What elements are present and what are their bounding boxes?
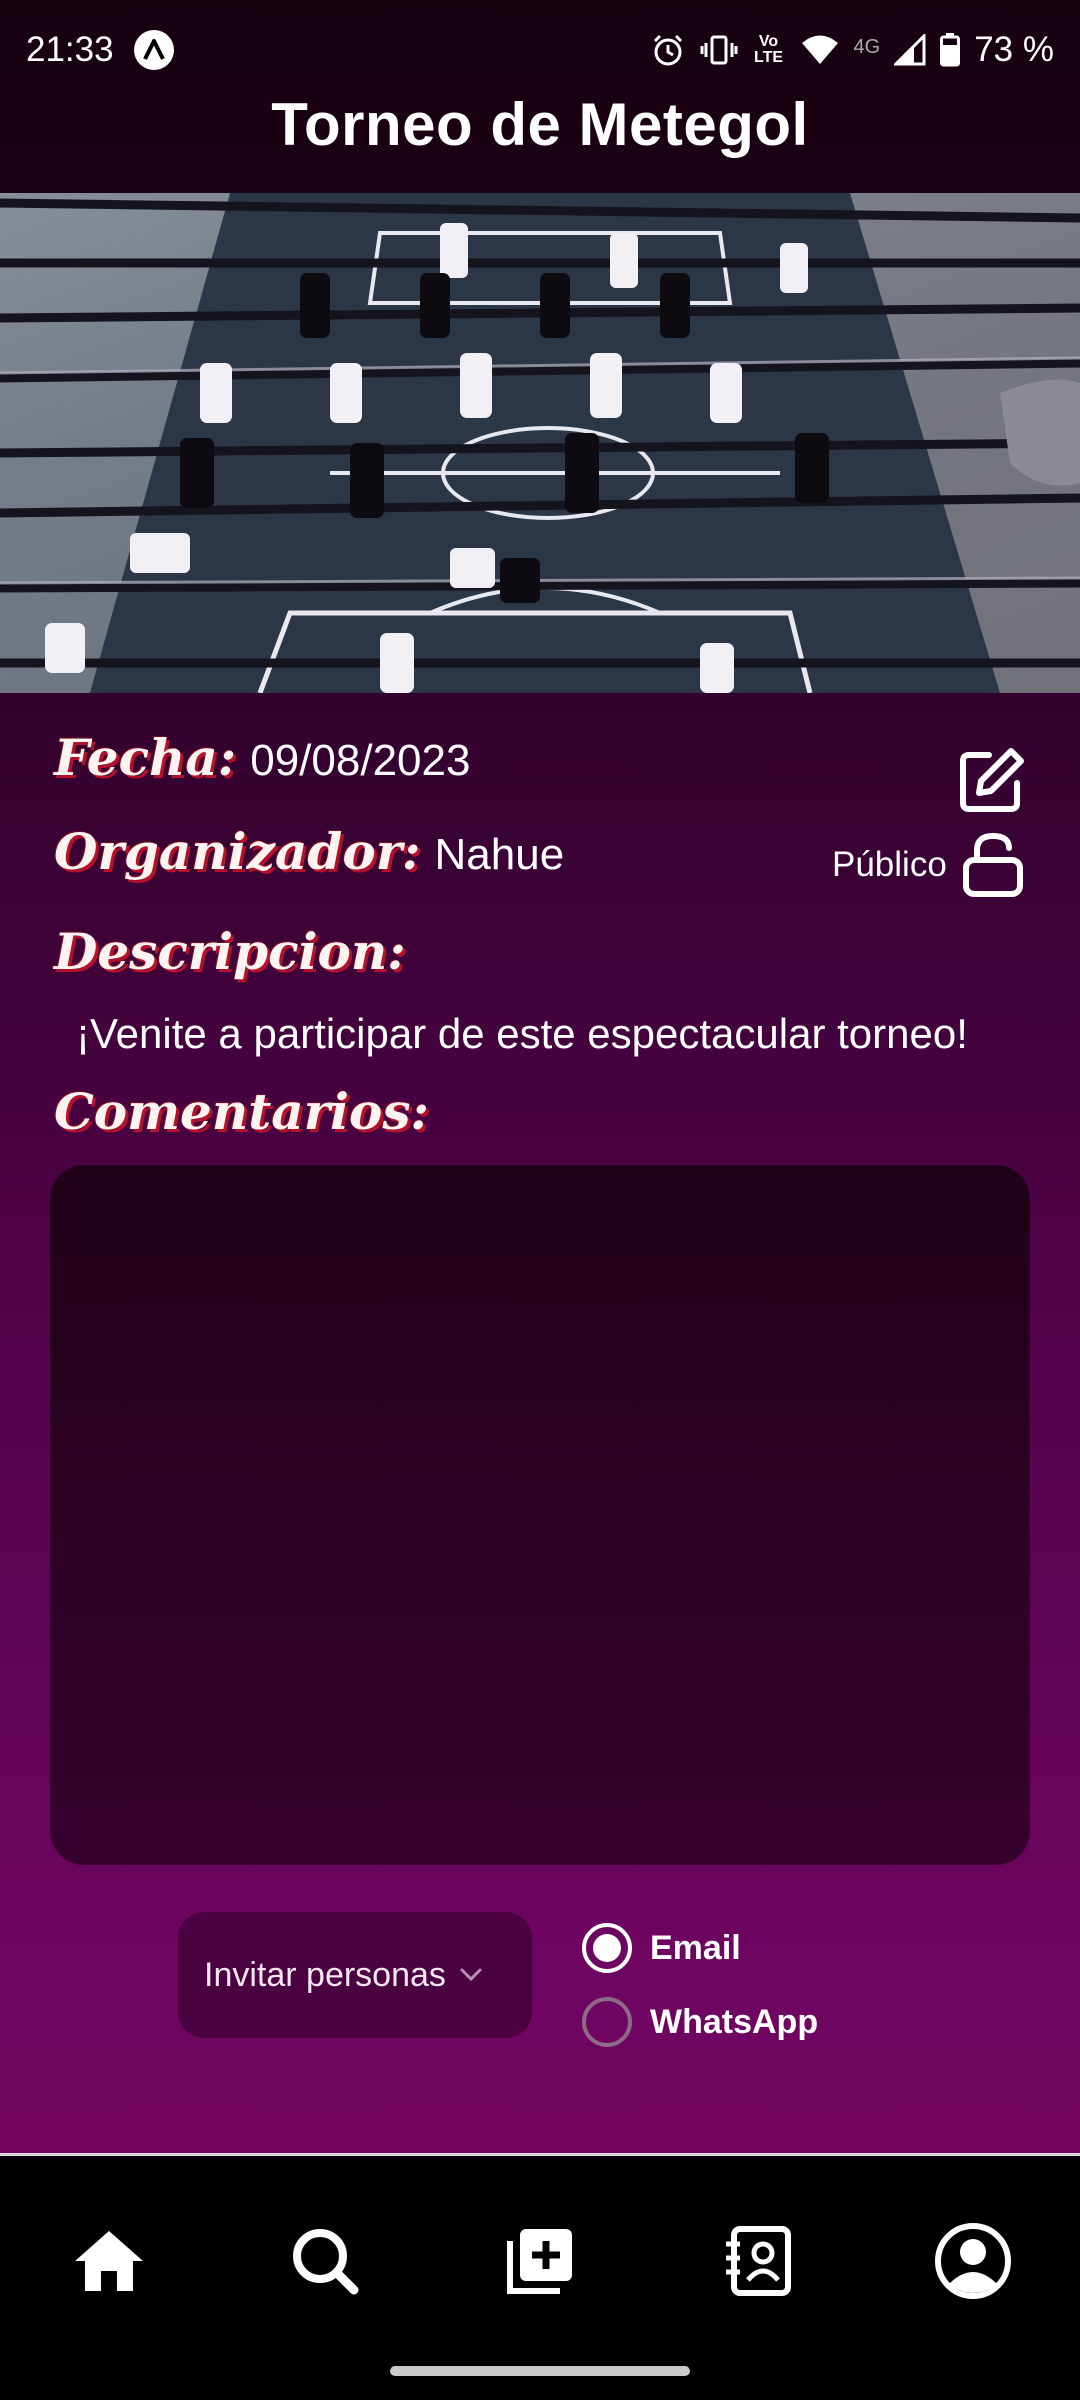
comments-textarea[interactable] — [50, 1165, 1030, 1865]
home-icon — [75, 2231, 143, 2291]
comentarios-label: Comentarios: — [54, 1082, 429, 1141]
invite-dropdown-label: Invitar personas — [204, 1955, 446, 1994]
volte-icon: Vo LTE — [754, 33, 784, 66]
radio-unselected-icon — [582, 1997, 632, 2047]
edit-icon — [960, 748, 1024, 812]
search-icon — [293, 2229, 359, 2295]
battery-percentage: 73 % — [974, 30, 1054, 69]
comentarios-row: Comentarios: — [54, 1082, 429, 1141]
organizador-row: Organizador: Nahue — [54, 822, 564, 881]
app-badge-icon — [133, 30, 174, 70]
status-time: 21:33 — [26, 30, 114, 69]
app-screen: 21:33 Vo LTE 4G 73 % Torneo de Metegol F… — [0, 0, 1080, 2400]
fecha-label: Fecha: — [54, 728, 237, 787]
nav-profile[interactable] — [928, 2216, 1018, 2306]
radio-selected-icon — [582, 1923, 632, 1973]
profile-icon — [935, 2223, 1011, 2299]
organizador-label: Organizador: — [54, 822, 421, 881]
descripcion-value: ¡Venite a participar de este espectacula… — [76, 1010, 968, 1057]
nav-contacts[interactable] — [712, 2216, 802, 2306]
radio-email-label: Email — [650, 1928, 741, 1967]
visibility-toggle[interactable]: Público — [832, 832, 1025, 898]
alarm-icon — [650, 32, 686, 68]
edit-button[interactable] — [955, 745, 1027, 817]
vibrate-icon — [700, 33, 738, 67]
unlock-icon — [962, 832, 1023, 897]
invite-people-dropdown[interactable]: Invitar personas — [178, 1912, 532, 2038]
bottom-navigation — [0, 2153, 1080, 2400]
network-type: 4G — [853, 36, 881, 58]
radio-whatsapp[interactable]: WhatsApp — [582, 1997, 818, 2047]
descripcion-label: Descripcion: — [54, 922, 406, 981]
fecha-row: Fecha: 09/08/2023 — [54, 728, 470, 787]
chevron-down-icon — [460, 1968, 482, 1982]
fecha-value: 09/08/2023 — [250, 736, 471, 785]
visibility-label: Público — [832, 845, 947, 884]
battery-icon — [940, 33, 961, 67]
nav-search[interactable] — [280, 2216, 370, 2306]
organizador-value: Nahue — [434, 830, 565, 879]
nav-home[interactable] — [64, 2216, 154, 2306]
status-bar: 21:33 Vo LTE 4G 73 % — [0, 0, 1080, 100]
contacts-icon — [726, 2226, 791, 2296]
page-title: Torneo de Metegol — [271, 91, 809, 158]
descripcion-row: Descripcion: — [54, 922, 406, 981]
wifi-icon — [800, 34, 840, 66]
add-box-icon — [507, 2229, 572, 2294]
home-indicator[interactable] — [390, 2366, 690, 2376]
foosball-table-photo — [0, 193, 1080, 693]
radio-email[interactable]: Email — [582, 1923, 741, 1973]
signal-icon — [894, 34, 926, 66]
radio-whatsapp-label: WhatsApp — [650, 2002, 819, 2041]
nav-add[interactable] — [495, 2216, 585, 2306]
